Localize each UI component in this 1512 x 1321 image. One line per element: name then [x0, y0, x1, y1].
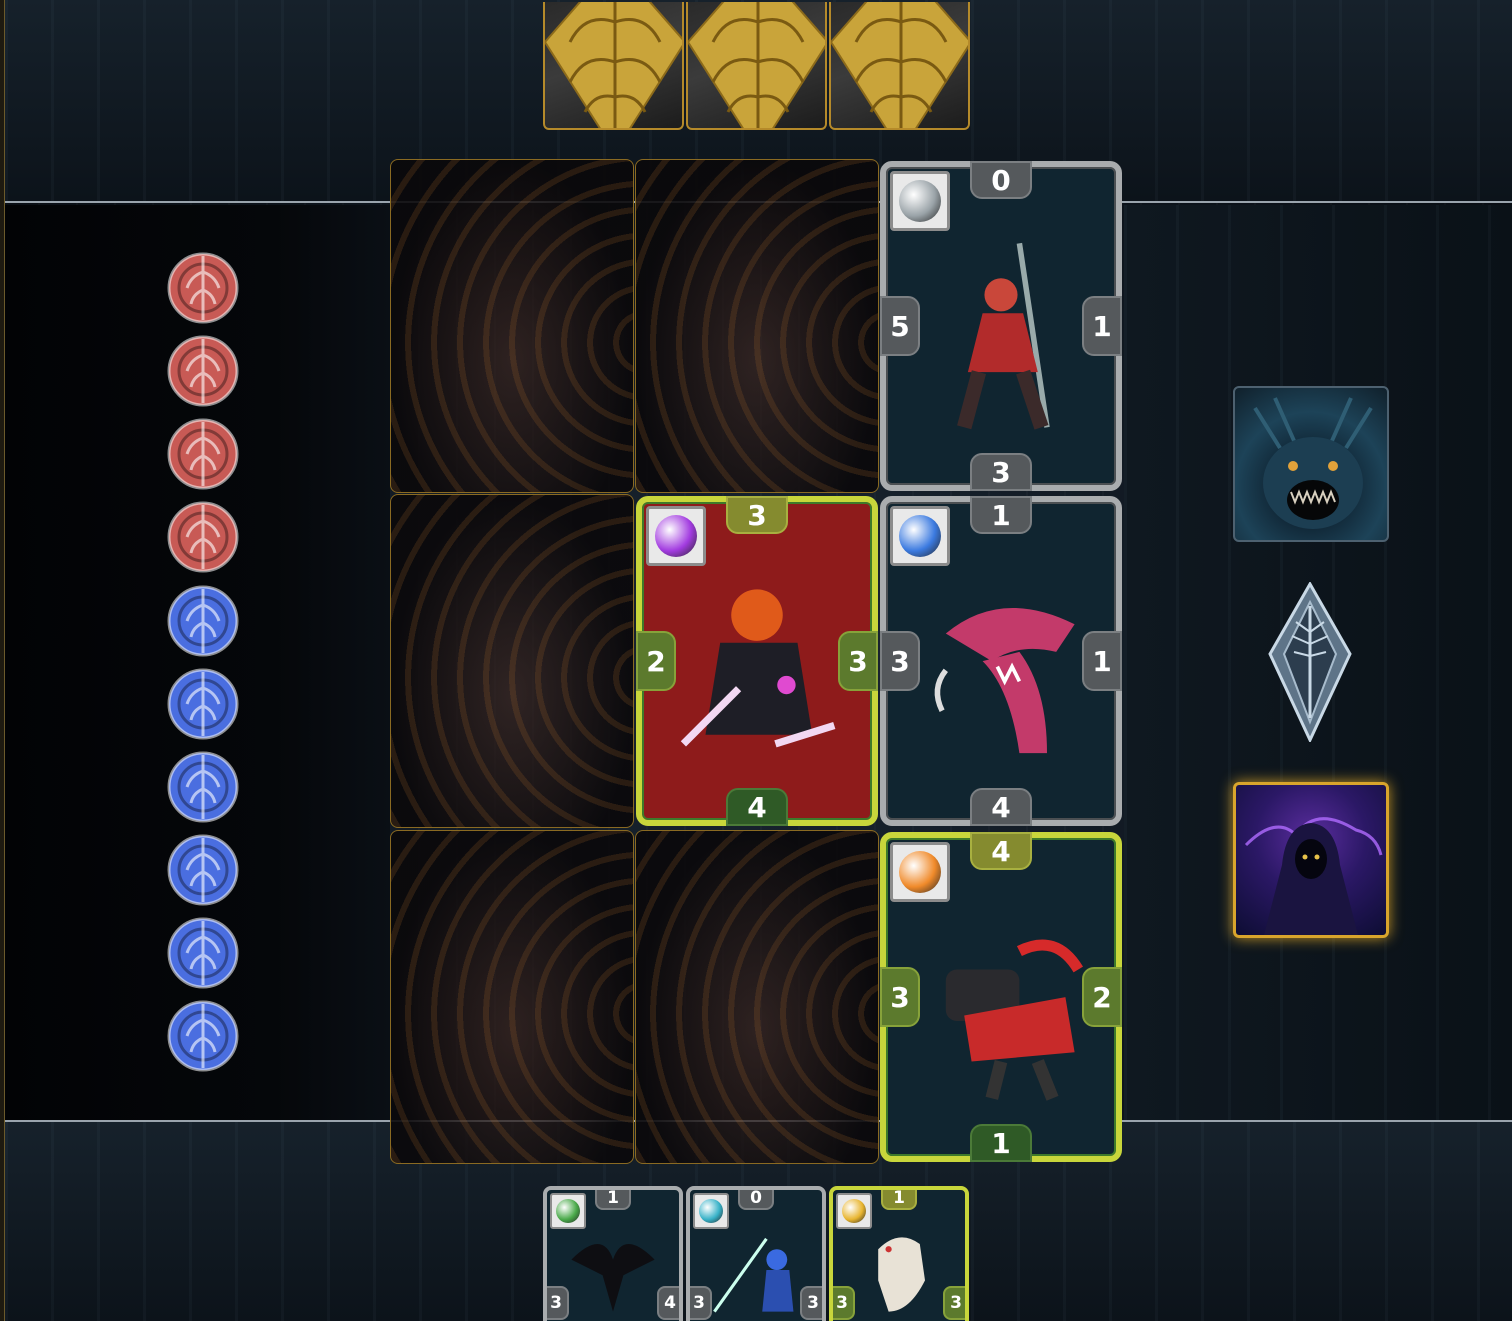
red-rune-icon [167, 252, 239, 324]
stat-left: 3 [833, 1286, 855, 1320]
board-card[interactable]: 4 3 2 1 [880, 832, 1122, 1162]
element-orb [842, 1199, 866, 1223]
stat-bottom: 1 [970, 1124, 1032, 1162]
hooded-sorcerer-icon [1244, 817, 1383, 935]
blue-rune-icon [167, 1000, 239, 1072]
stat-top: 0 [970, 161, 1032, 199]
trident-warrior-art-icon [713, 1237, 794, 1313]
stat-left: 3 [690, 1286, 712, 1320]
stat-left: 2 [636, 631, 676, 691]
blue-score-token [165, 666, 241, 742]
red-score-token [165, 333, 241, 409]
blue-score-token [165, 583, 241, 659]
blue-rune-icon [167, 751, 239, 823]
card-art [909, 224, 1093, 447]
stone-element-icon [890, 171, 950, 231]
opponent-portrait [1233, 386, 1389, 542]
stat-right: 3 [943, 1286, 965, 1320]
dark-knight-art-icon [680, 589, 836, 748]
element-orb [556, 1199, 580, 1223]
card-back-emblem-icon [831, 2, 968, 128]
stat-top: 1 [595, 1190, 631, 1210]
blue-rune-icon [167, 668, 239, 740]
shark-beast-art-icon [934, 608, 1075, 754]
card-art [909, 559, 1093, 782]
element-orb [899, 515, 941, 557]
opponent-card-back [686, 2, 827, 130]
cannon-mech-art-icon [945, 939, 1084, 1101]
stat-left: 3 [547, 1286, 569, 1320]
nature-element-icon [550, 1193, 586, 1229]
void-element-icon [646, 506, 706, 566]
card-art [909, 895, 1093, 1118]
stat-left: 5 [880, 296, 920, 356]
card-art [696, 1218, 816, 1321]
board-card[interactable]: 0 5 1 3 [880, 161, 1122, 491]
stat-top: 1 [970, 496, 1032, 534]
red-rune-icon [167, 335, 239, 407]
hand-card[interactable]: 0 3 3 [686, 1186, 826, 1321]
stat-top: 0 [738, 1190, 774, 1210]
turn-indicator [1266, 580, 1354, 744]
element-orb [699, 1199, 723, 1223]
blue-rune-icon [167, 585, 239, 657]
blue-rune-icon [167, 917, 239, 989]
stat-left: 3 [880, 631, 920, 691]
game-board: 0513323413144321134033133 [0, 0, 1512, 1321]
blue-rune-icon [167, 834, 239, 906]
hand-card[interactable]: 1 3 3 [829, 1186, 969, 1321]
stat-top: 3 [726, 496, 788, 534]
card-art [665, 559, 849, 782]
red-rune-icon [167, 501, 239, 573]
element-orb [899, 851, 941, 893]
stat-right: 3 [800, 1286, 822, 1320]
fire-element-icon [890, 842, 950, 902]
empty-board-slot[interactable] [390, 494, 634, 828]
blue-score-token [165, 832, 241, 908]
red-score-token [165, 499, 241, 575]
water-element-icon [890, 506, 950, 566]
crystal-turn-icon [1268, 580, 1352, 744]
light-element-icon [836, 1193, 872, 1229]
horned-beast-icon [1253, 397, 1373, 529]
empty-board-slot[interactable] [635, 159, 879, 493]
card-art [553, 1218, 673, 1321]
player-portrait [1233, 782, 1389, 938]
red-score-token [165, 416, 241, 492]
ice-element-icon [693, 1193, 729, 1229]
card-art [839, 1218, 959, 1321]
stat-right: 2 [1082, 967, 1122, 1027]
card-back-emblem-icon [545, 2, 682, 128]
opponent-card-back [829, 2, 970, 130]
empty-board-slot[interactable] [390, 159, 634, 493]
stat-right: 4 [657, 1286, 679, 1320]
empty-board-slot[interactable] [390, 830, 634, 1164]
element-orb [899, 180, 941, 222]
raven-art-icon [571, 1244, 655, 1312]
blue-score-token [165, 998, 241, 1074]
empty-board-slot[interactable] [635, 830, 879, 1164]
bone-dragon-art-icon [878, 1237, 925, 1312]
stat-right: 1 [1082, 296, 1122, 356]
stat-right: 3 [838, 631, 878, 691]
blue-score-token [165, 915, 241, 991]
stat-bottom: 3 [970, 453, 1032, 491]
element-orb [655, 515, 697, 557]
opponent-card-back [543, 2, 684, 130]
stat-right: 1 [1082, 631, 1122, 691]
red-rune-icon [167, 418, 239, 490]
stat-bottom: 4 [970, 788, 1032, 826]
blue-score-token [165, 749, 241, 825]
board-card[interactable]: 1 3 1 4 [880, 496, 1122, 826]
card-back-emblem-icon [688, 2, 825, 128]
hand-card[interactable]: 1 3 4 [543, 1186, 683, 1321]
stat-top: 1 [881, 1190, 917, 1210]
spearman-art-icon [957, 243, 1050, 430]
board-card[interactable]: 3 2 3 4 [636, 496, 878, 826]
stat-top: 4 [970, 832, 1032, 870]
stat-left: 3 [880, 967, 920, 1027]
stat-bottom: 4 [726, 788, 788, 826]
red-score-token [165, 250, 241, 326]
